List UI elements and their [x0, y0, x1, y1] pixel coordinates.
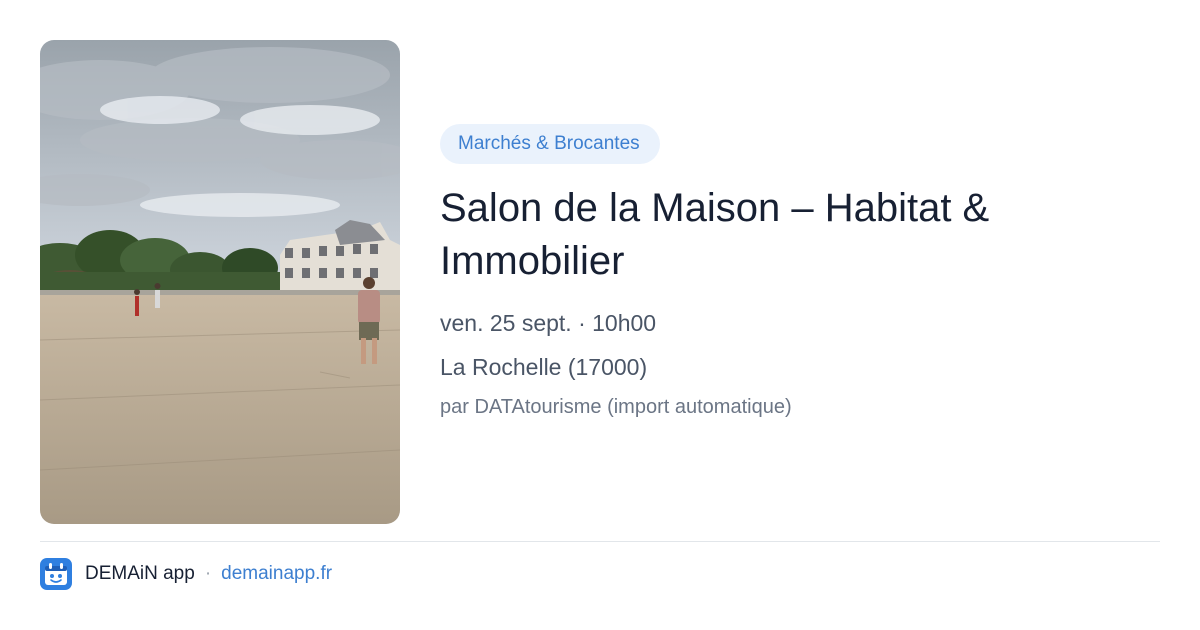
demain-app-logo-icon [40, 558, 72, 590]
event-photo [40, 40, 400, 524]
footer: DEMAiN app · demainapp.fr [40, 558, 332, 590]
footer-separator: · [204, 563, 212, 584]
app-name: DEMAiN app [85, 563, 195, 584]
event-date: ven. 25 sept. · 10h00 [440, 310, 657, 336]
event-location: La Rochelle (17000) [440, 354, 648, 380]
event-info: Marchés & Brocantes Salon de la Maison –… [440, 124, 1160, 420]
category-badge[interactable]: Marchés & Brocantes [440, 124, 660, 164]
footer-divider [40, 541, 1160, 542]
event-title: Salon de la Maison – Habitat & Immobilie… [440, 186, 990, 283]
site-link[interactable]: demainapp.fr [221, 563, 332, 585]
event-source: par DATAtourisme (import automatique) [440, 396, 792, 418]
share-card: Marchés & Brocantes Salon de la Maison –… [0, 0, 1200, 630]
